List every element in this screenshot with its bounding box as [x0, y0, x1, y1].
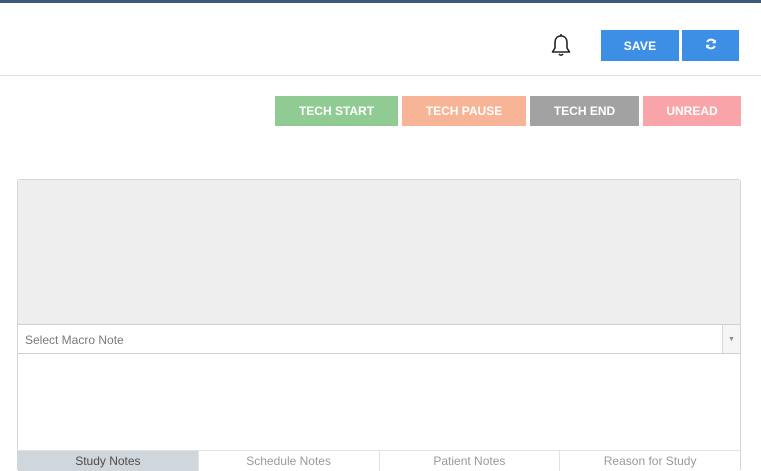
tab-patient-notes[interactable]: Patient Notes [379, 451, 561, 471]
note-display-area [18, 180, 740, 324]
tech-end-button[interactable]: TECH END [530, 96, 639, 126]
tech-start-button[interactable]: TECH START [275, 96, 398, 126]
unread-button[interactable]: UNREAD [643, 96, 741, 126]
macro-note-select[interactable]: Select Macro Note ▼ [18, 324, 740, 354]
macro-note-placeholder: Select Macro Note [25, 333, 124, 347]
refresh-button[interactable] [682, 30, 739, 61]
tech-pause-button[interactable]: TECH PAUSE [402, 96, 526, 126]
bell-icon[interactable] [549, 33, 573, 59]
refresh-icon [705, 38, 717, 53]
notes-tabs: Study Notes Schedule Notes Patient Notes… [18, 450, 740, 471]
tab-study-notes[interactable]: Study Notes [18, 451, 199, 471]
notes-panel: Select Macro Note ▼ Study Notes Schedule… [17, 179, 741, 471]
note-textarea[interactable] [18, 355, 740, 450]
save-button[interactable]: SAVE [601, 30, 679, 61]
tab-reason-for-study[interactable]: Reason for Study [560, 451, 740, 471]
tab-schedule-notes[interactable]: Schedule Notes [198, 451, 380, 471]
dropdown-arrow-icon[interactable]: ▼ [722, 325, 740, 353]
header-toolbar: SAVE [0, 3, 761, 76]
